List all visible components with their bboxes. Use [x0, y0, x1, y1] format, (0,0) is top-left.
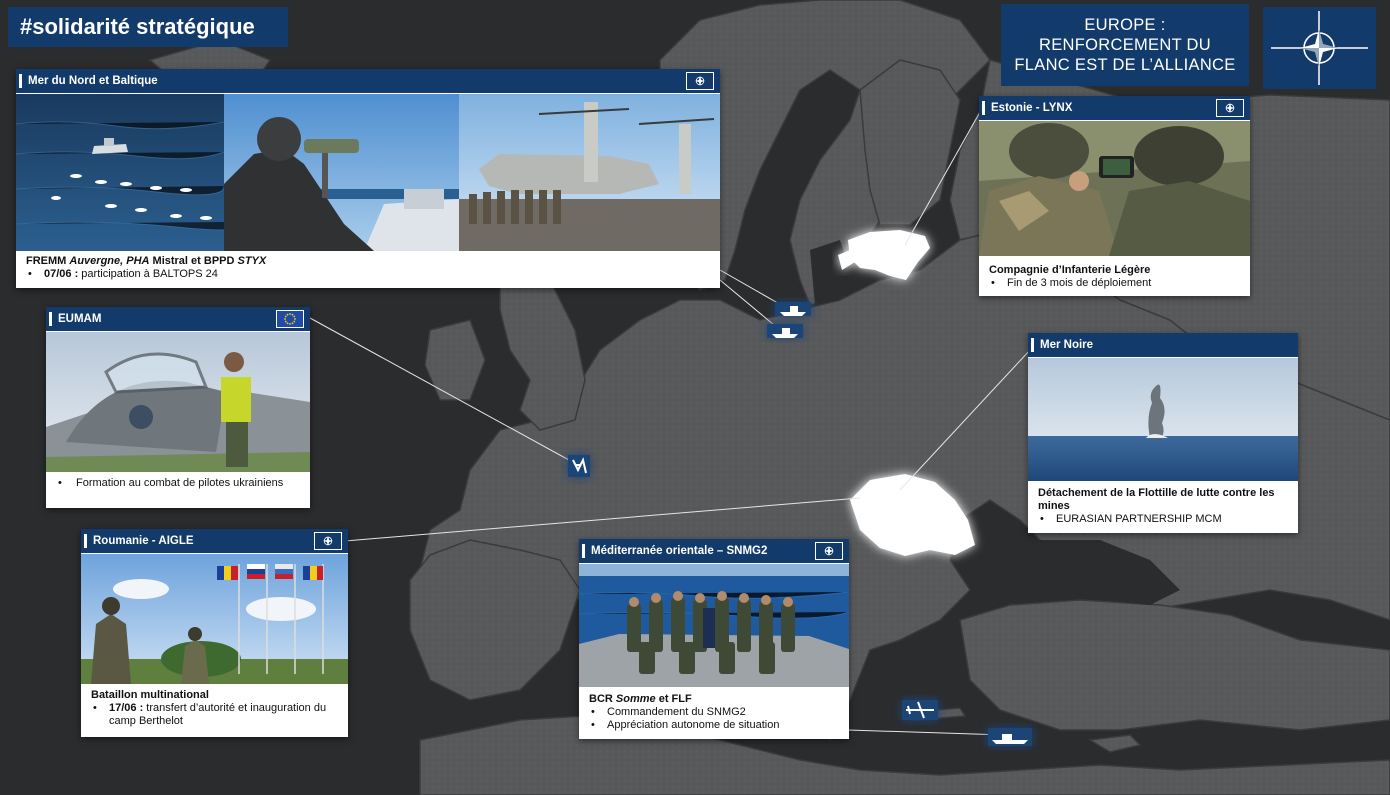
- caption-title: Bataillon multinational: [91, 689, 209, 701]
- caption-bullet: 07/06 : participation à BALTOPS 24: [26, 268, 712, 281]
- nato-compass-star-icon: [695, 76, 705, 86]
- photo-tiltrotor-deck: [459, 94, 720, 251]
- card-romania-title: Roumanie - AIGLE: [93, 535, 194, 547]
- caption-bullet-1: Commandement du SNMG2: [589, 706, 841, 719]
- card-eumam-title: EUMAM: [58, 313, 102, 325]
- caption-title-italic-2: STYX: [237, 255, 267, 267]
- caption-title: BCR: [589, 693, 616, 705]
- headline-box: EUROPE : RENFORCEMENT DU FLANC EST DE L’…: [1001, 4, 1249, 86]
- caption-title: Détachement de la Flottille de lutte con…: [1038, 487, 1275, 512]
- bullet-date: 17/06 :: [109, 702, 144, 714]
- nato-compass-star-icon: [1271, 11, 1368, 85]
- nato-logo: [1263, 7, 1376, 89]
- photo-flag-ceremony: [81, 554, 348, 684]
- card-black-sea: Mer Noire Détachement de la Flottille de…: [1028, 333, 1298, 533]
- card-estonia: Estonie - LYNX Compagnie d’Infanterie Lé…: [979, 96, 1250, 296]
- caption-title: FREMM: [26, 255, 70, 267]
- card-baltic-title: Mer du Nord et Baltique: [28, 75, 158, 87]
- card-estonia-caption: Compagnie d’Infanterie Légère Fin de 3 m…: [989, 264, 1242, 290]
- eu-badge: [276, 310, 304, 328]
- card-med-header: Méditerranée orientale – SNMG2: [579, 539, 849, 563]
- headline-line-2: RENFORCEMENT DU: [1039, 36, 1211, 54]
- card-black-sea-caption: Détachement de la Flottille de lutte con…: [1038, 487, 1290, 526]
- training-marker-france: [568, 455, 590, 477]
- caption-bullet-2: Appréciation autonome de situation: [589, 719, 841, 732]
- caption-title-mid: Mistral et BPPD: [149, 255, 238, 267]
- card-black-sea-header: Mer Noire: [1028, 333, 1298, 357]
- photo-soldiers-tablet: [979, 121, 1250, 256]
- photo-sea-fleet: [16, 94, 224, 251]
- photo-crew-on-deck: [579, 564, 849, 687]
- caption-bullet: EURASIAN PARTNERSHIP MCM: [1038, 513, 1290, 526]
- bullet-text: participation à BALTOPS 24: [78, 268, 218, 280]
- card-eumam-caption: Formation au combat de pilotes ukrainien…: [56, 477, 302, 490]
- caption-title-italic: Somme: [615, 693, 656, 705]
- nato-compass-star-icon: [824, 546, 834, 556]
- card-med-caption: BCR Somme et FLF Commandement du SNMG2 A…: [589, 693, 841, 732]
- caption-title: Compagnie d’Infanterie Légère: [989, 264, 1151, 276]
- card-baltic: Mer du Nord et Baltique FREMM Auvergne, …: [16, 69, 720, 288]
- card-estonia-title: Estonie - LYNX: [991, 102, 1073, 114]
- aircraft-marker-crete: [902, 700, 938, 720]
- nato-badge: [314, 532, 342, 550]
- ship-marker-baltic-1: [775, 302, 811, 316]
- card-romania: Roumanie - AIGLE Bataillon multinational…: [81, 529, 348, 737]
- photo-lookout: [224, 94, 459, 251]
- caption-title-italic: Auvergne, PHA: [69, 255, 150, 267]
- ship-marker-baltic-2: [767, 324, 803, 338]
- nato-compass-star-icon: [323, 536, 333, 546]
- eu-flag-icon: [284, 313, 296, 325]
- caption-title-end: et FLF: [655, 693, 692, 705]
- card-estonia-header: Estonie - LYNX: [979, 96, 1250, 120]
- card-baltic-header: Mer du Nord et Baltique: [16, 69, 720, 93]
- bullet-date: 07/06 :: [44, 268, 79, 280]
- card-med-title: Méditerranée orientale – SNMG2: [591, 545, 768, 557]
- card-eumam: EUMAM Formation au combat de pilotes ukr…: [46, 307, 310, 508]
- nato-badge: [1216, 99, 1244, 117]
- headline-line-1: EUROPE :: [1084, 16, 1166, 34]
- caption-bullet: 17/06 : transfert d’autorité et inaugura…: [91, 702, 340, 728]
- nato-badge: [686, 72, 714, 90]
- nato-compass-star-icon: [1225, 103, 1235, 113]
- nato-badge: [815, 542, 843, 560]
- photo-jet-cockpit: [46, 332, 310, 472]
- headline-line-3: FLANC EST DE L’ALLIANCE: [1014, 56, 1236, 74]
- caption-bullet: Formation au combat de pilotes ukrainien…: [56, 477, 302, 490]
- card-black-sea-title: Mer Noire: [1040, 339, 1094, 351]
- hashtag-title: #solidarité stratégique: [8, 7, 288, 47]
- photo-mine-explosion: [1028, 358, 1298, 481]
- card-eumam-header: EUMAM: [46, 307, 310, 331]
- card-mediterranean: Méditerranée orientale – SNMG2 BCR Somme…: [579, 539, 849, 739]
- caption-bullet: Fin de 3 mois de déploiement: [989, 277, 1242, 290]
- card-romania-caption: Bataillon multinational 17/06 : transfer…: [91, 689, 340, 728]
- card-romania-header: Roumanie - AIGLE: [81, 529, 348, 553]
- card-baltic-caption: FREMM Auvergne, PHA Mistral et BPPD STYX…: [26, 255, 712, 281]
- ship-marker-cyprus: [988, 728, 1032, 746]
